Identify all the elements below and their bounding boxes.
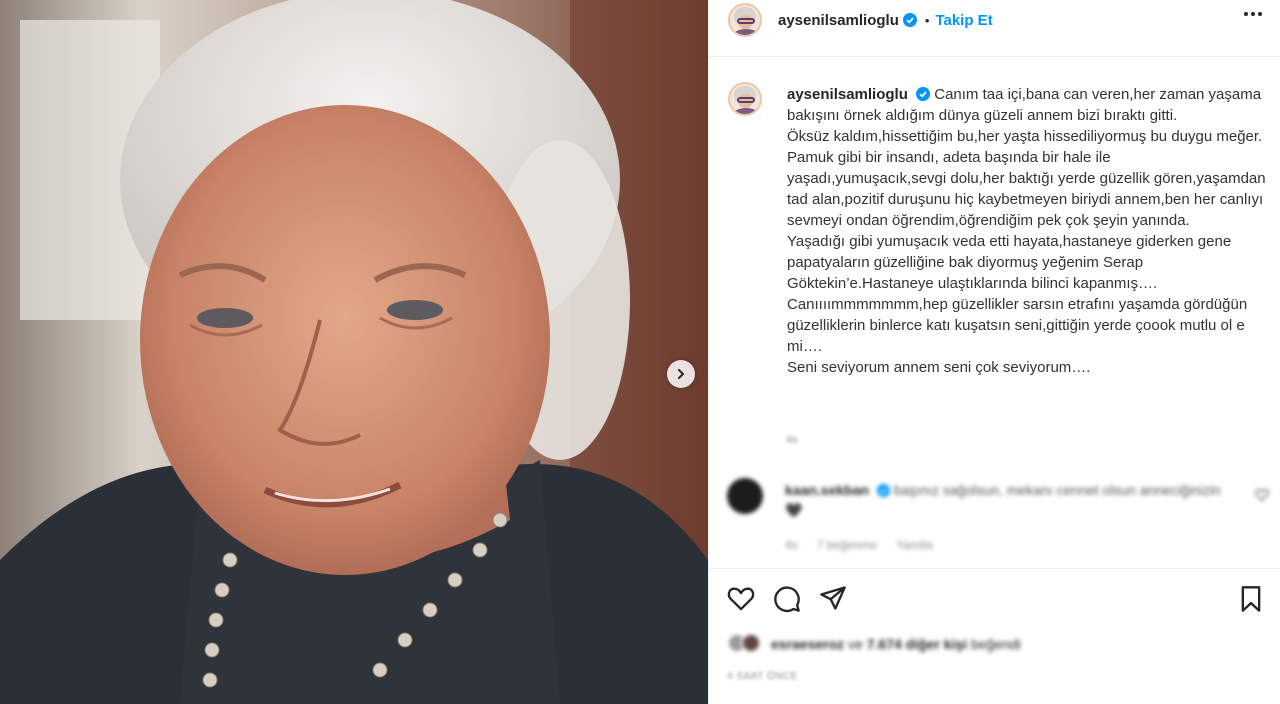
comment-meta: 4s 7 beğenme Yanıtla	[785, 538, 949, 552]
post-photo[interactable]	[0, 0, 708, 704]
post-header: aysenilsamlioglu • Takip Et	[709, 0, 1280, 40]
caption-text: aysenilsamlioglu Canım taa içi,bana can …	[787, 84, 1273, 378]
comment-reply-button[interactable]: Yanıtla	[896, 538, 932, 552]
caption-timestamp: 4s	[786, 434, 798, 446]
liker-avatars[interactable]	[727, 633, 767, 655]
follow-button[interactable]: Takip Et	[935, 12, 992, 29]
more-horizontal-icon[interactable]	[1244, 12, 1262, 16]
comment-text: kaan.sekban başınız sağolsun, mekanı cen…	[785, 480, 1225, 520]
commenter-username[interactable]: kaan.sekban	[785, 482, 869, 498]
caption-username[interactable]: aysenilsamlioglu	[787, 86, 908, 103]
first-liker-username[interactable]: esraeseroz	[771, 636, 844, 652]
post-timestamp: 4 SAAT ÖNCE	[727, 671, 798, 682]
comment-like-heart-icon[interactable]	[1255, 488, 1269, 501]
likes-text: esraeseroz ve 7.674 diğer kişi beğendi	[771, 636, 1021, 652]
instagram-post: aysenilsamlioglu • Takip Et aysenilsamli…	[0, 0, 1280, 704]
paper-plane-icon[interactable]	[819, 585, 847, 611]
header-divider	[709, 56, 1280, 57]
author-username[interactable]: aysenilsamlioglu	[778, 12, 899, 29]
chevron-right-icon	[678, 369, 685, 379]
caption-author-avatar[interactable]	[728, 82, 762, 116]
actions-divider	[709, 568, 1280, 569]
likes-connector: ve	[848, 636, 863, 652]
comment-age: 4s	[785, 538, 798, 552]
next-photo-button[interactable]	[667, 360, 695, 388]
verified-badge-icon	[916, 87, 931, 101]
likes-others-count[interactable]: 7.674 diğer kişi	[867, 636, 967, 652]
action-bar	[727, 585, 1272, 615]
verified-badge-icon	[902, 13, 917, 27]
author-avatar[interactable]	[728, 3, 762, 37]
caption-body: Canım taa içi,bana can veren,her zaman y…	[787, 86, 1266, 376]
likes-suffix: beğendi	[971, 636, 1021, 652]
comment-likes[interactable]: 7 beğenme	[817, 538, 877, 552]
commenter-avatar[interactable]	[727, 478, 763, 514]
follow-separator: •	[924, 12, 930, 28]
heart-icon[interactable]	[727, 585, 755, 611]
likes-summary: esraeseroz ve 7.674 diğer kişi beğendi	[727, 630, 1021, 658]
bookmark-icon[interactable]	[1239, 585, 1263, 613]
comment-bubble-icon[interactable]	[773, 585, 801, 613]
photo-elderly-woman	[0, 0, 708, 704]
verified-badge-icon	[876, 484, 890, 497]
